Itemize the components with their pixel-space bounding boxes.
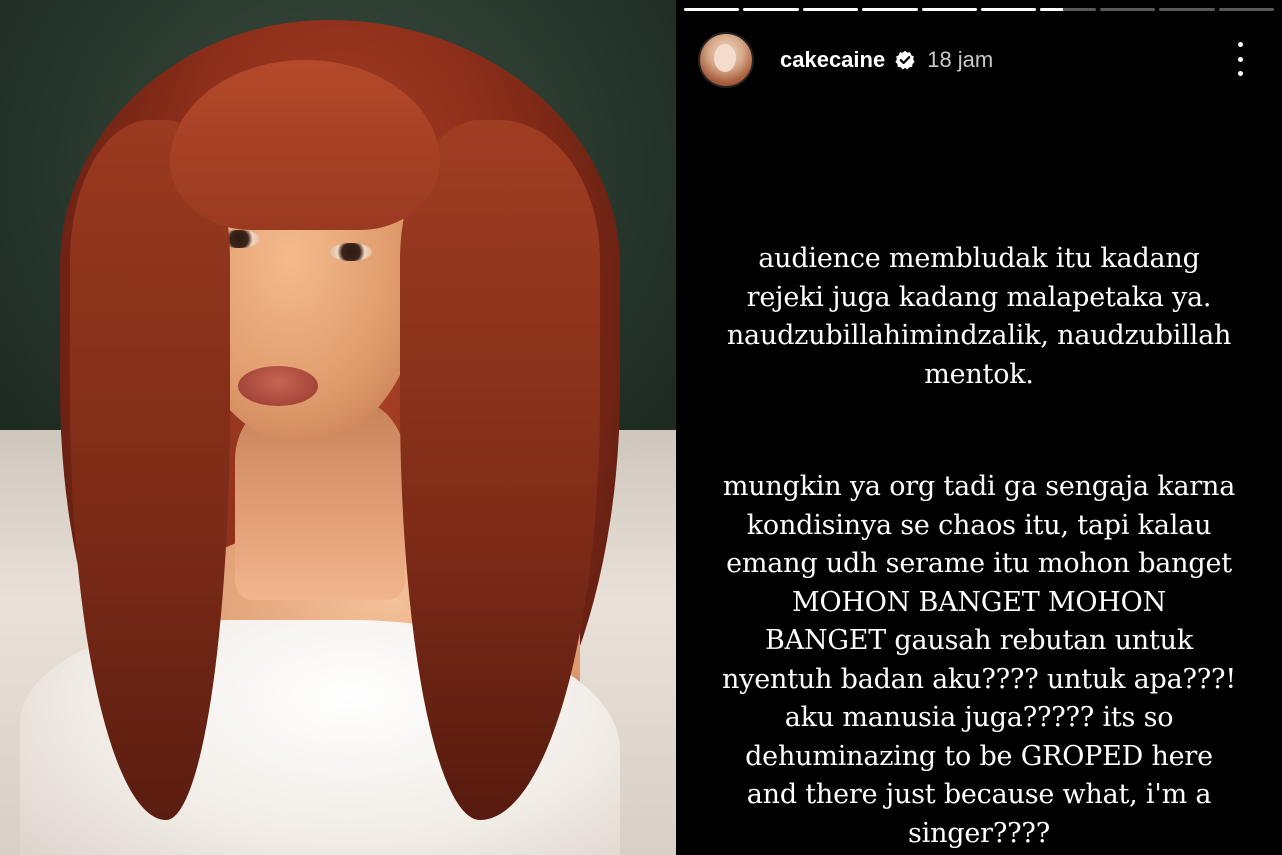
progress-segment <box>1159 8 1215 11</box>
collage: cakecaine 18 jam audience membludak itu … <box>0 0 1282 855</box>
progress-segment <box>1040 8 1096 11</box>
progress-segment <box>802 8 859 11</box>
right-eye <box>330 243 372 261</box>
progress-segment <box>862 8 918 11</box>
username[interactable]: cakecaine <box>780 47 885 73</box>
story-text-paragraph-2: mungkin ya org tadi ga sengaja karna kon… <box>721 471 1236 849</box>
progress-segment-fill <box>921 8 978 11</box>
story-header: cakecaine 18 jam <box>698 30 1268 90</box>
story-text-paragraph-1: audience membludak itu kadang rejeki jug… <box>726 243 1232 390</box>
more-options-icon[interactable] <box>1236 42 1244 76</box>
story-progress-bar <box>684 8 1275 12</box>
verified-badge-icon <box>895 50 915 70</box>
progress-segment <box>1099 8 1156 11</box>
lips <box>238 366 318 406</box>
progress-segment-fill <box>684 8 740 11</box>
progress-segment-fill <box>1040 8 1063 11</box>
progress-segment <box>743 8 799 11</box>
progress-segment-fill <box>981 8 1037 11</box>
progress-segment-fill <box>743 8 799 11</box>
avatar[interactable] <box>698 32 754 88</box>
progress-segment <box>981 8 1037 11</box>
portrait-photo <box>0 0 676 855</box>
progress-segment <box>921 8 978 11</box>
progress-segment <box>1218 8 1275 11</box>
progress-segment-fill <box>862 8 918 11</box>
progress-segment-fill <box>802 8 859 11</box>
instagram-story: cakecaine 18 jam audience membludak itu … <box>676 0 1282 855</box>
progress-segment <box>684 8 740 11</box>
story-timestamp: 18 jam <box>927 47 994 72</box>
